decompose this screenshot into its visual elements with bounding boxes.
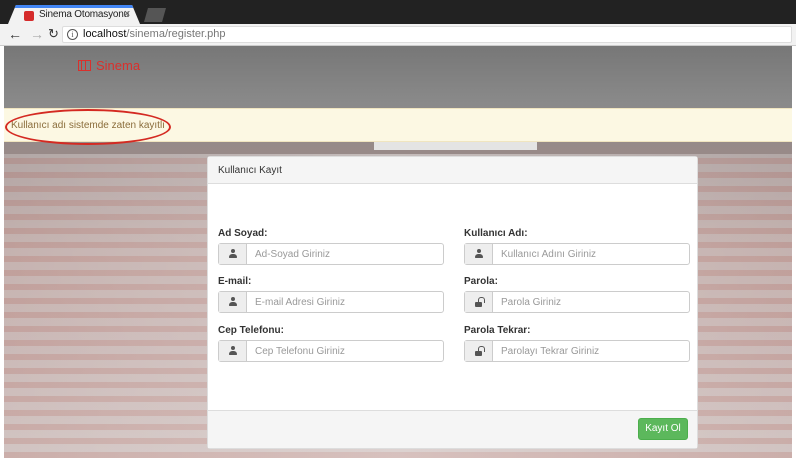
password-repeat-label: Parola Tekrar: [464, 325, 531, 336]
url-text: localhost/sinema/register.php [83, 28, 225, 40]
new-tab-button[interactable] [144, 8, 166, 22]
warning-alert: Kullanıcı adı sistemde zaten kayıtlı [4, 108, 792, 145]
forward-arrow-icon[interactable]: → [30, 26, 44, 42]
user-icon [475, 249, 483, 259]
tab-close-icon[interactable]: × [124, 8, 130, 20]
url-path: /sinema/register.php [126, 28, 226, 40]
username-input-group [464, 243, 690, 265]
email-label: E-mail: [218, 276, 252, 287]
username-label: Kullanıcı Adı: [464, 228, 528, 239]
fullname-label: Ad Soyad: [218, 228, 268, 239]
browser-tab[interactable]: Sinema Otomasyonu × [8, 5, 140, 24]
email-addon [219, 292, 247, 312]
reload-icon[interactable]: ↻ [48, 26, 59, 42]
film-icon [78, 60, 91, 71]
favicon-icon [24, 11, 34, 21]
fullname-addon [219, 244, 247, 264]
register-button[interactable]: Kayıt Ol [638, 418, 688, 440]
phone-input-group [218, 340, 444, 362]
panel-title: Kullanıcı Kayıt [218, 165, 282, 176]
username-addon [465, 244, 493, 264]
lock-icon [475, 297, 485, 307]
fullname-input[interactable] [247, 244, 443, 264]
password-addon [465, 292, 493, 312]
navbar-brand[interactable]: Sinema [78, 58, 140, 73]
phone-input[interactable] [247, 341, 443, 361]
phone-label: Cep Telefonu: [218, 325, 284, 336]
username-input[interactable] [493, 244, 689, 264]
lock-icon [475, 346, 485, 356]
tab-title: Sinema Otomasyonu [39, 9, 129, 20]
browser-tabstrip: Sinema Otomasyonu × [0, 0, 796, 24]
info-icon[interactable]: i [67, 29, 78, 40]
address-bar[interactable]: i localhost/sinema/register.php [62, 26, 792, 43]
password-input[interactable] [493, 292, 689, 312]
brand-name: Sinema [96, 58, 141, 73]
password-repeat-input[interactable] [493, 341, 689, 361]
email-input[interactable] [247, 292, 443, 312]
annotation-circle [5, 109, 171, 145]
register-panel: Kullanıcı Kayıt Ad Soyad: E-mail: Cep Te… [207, 156, 698, 449]
url-host: localhost [83, 28, 127, 40]
phone-addon [219, 341, 247, 361]
email-input-group [218, 291, 444, 313]
user-icon [229, 297, 237, 307]
password-label: Parola: [464, 276, 498, 287]
panel-heading: Kullanıcı Kayıt [208, 157, 697, 184]
user-icon [229, 346, 237, 356]
panel-footer: Kayıt Ol [208, 410, 697, 448]
back-arrow-icon[interactable]: ← [8, 26, 22, 42]
password-repeat-input-group [464, 340, 690, 362]
fullname-input-group [218, 243, 444, 265]
password-input-group [464, 291, 690, 313]
page-content: Sinema Kullanıcı adı sistemde zaten kayı… [4, 46, 792, 458]
password-repeat-addon [465, 341, 493, 361]
browser-toolbar: ← → ↻ i localhost/sinema/register.php [0, 24, 796, 46]
user-icon [229, 249, 237, 259]
